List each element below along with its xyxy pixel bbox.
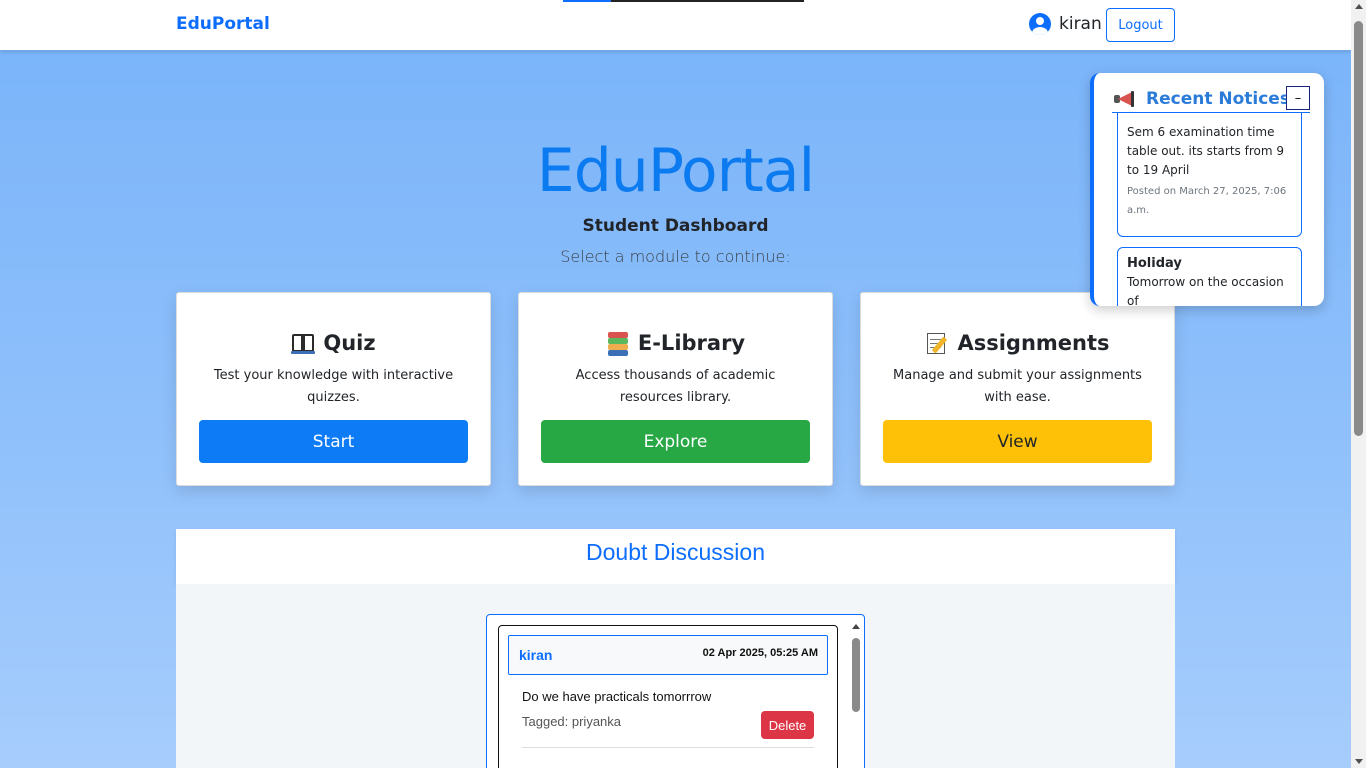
top-navbar: EduPortal kiran Logout — [0, 0, 1351, 50]
hero-title: EduPortal — [536, 136, 815, 206]
card-title: Assignments — [957, 331, 1110, 355]
hero-subtitle: Student Dashboard — [582, 216, 769, 236]
page-loading-bar — [563, 0, 804, 2]
recent-notices-panel: Sem 6 examination time table out. its st… — [1090, 73, 1324, 306]
card-title: E-Library — [637, 331, 746, 355]
notice-posted-date: Posted on March 27, 2025, 7:06 a.m. — [1127, 186, 1287, 216]
books-icon — [606, 331, 630, 356]
hero-lead-text: Select a module to continue: — [560, 247, 791, 266]
minimize-notices-button[interactable]: – — [1286, 86, 1310, 110]
card-description: Manage and submit your assignments with … — [893, 368, 1142, 405]
memo-icon — [925, 331, 949, 355]
scrollbar-thumb[interactable] — [1354, 21, 1363, 436]
brand-logo-link[interactable]: EduPortal — [176, 14, 270, 34]
chat-scroll-up-icon[interactable] — [852, 624, 860, 629]
scroll-down-arrow-icon[interactable] — [1355, 759, 1363, 764]
chat-scrollbar-thumb[interactable] — [852, 638, 860, 712]
message-divider — [522, 747, 814, 748]
elibrary-explore-button[interactable]: Explore — [541, 420, 810, 463]
logout-button[interactable]: Logout — [1106, 8, 1175, 42]
doubt-discussion-header: Doubt Discussion — [176, 529, 1175, 584]
megaphone-icon — [1114, 91, 1136, 107]
open-book-icon — [291, 331, 316, 355]
elibrary-card: E-Library Access thousands of academic r… — [518, 292, 833, 486]
assignments-view-button[interactable]: View — [883, 420, 1152, 463]
assignments-card: Assignments Manage and submit your assig… — [860, 292, 1175, 486]
notice-item: Sem 6 examination time table out. its st… — [1117, 113, 1302, 237]
notice-title: Holiday — [1127, 256, 1182, 271]
delete-message-button[interactable]: Delete — [761, 711, 814, 739]
message-header: kiran 02 Apr 2025, 05:25 AM — [508, 635, 828, 675]
message-tagged-users: Tagged: priyanka — [522, 714, 622, 729]
scroll-up-arrow-icon[interactable] — [1355, 4, 1363, 9]
user-avatar-icon — [1029, 13, 1051, 35]
notices-title: Recent Notices — [1146, 89, 1290, 109]
quiz-start-button[interactable]: Start — [199, 420, 468, 463]
notices-header: Recent Notices – — [1112, 86, 1310, 113]
notice-item: Holiday Tomorrow on the occasion of — [1117, 247, 1302, 306]
username-label: kiran — [1059, 14, 1102, 34]
message-text: Do we have practicals tomorrrow — [522, 689, 712, 704]
doubt-discussion-title: Doubt Discussion — [586, 539, 765, 565]
notice-body: Tomorrow on the occasion of — [1127, 275, 1284, 306]
card-description: Test your knowledge with interactive qui… — [213, 368, 454, 405]
page-scrollbar[interactable] — [1351, 0, 1366, 768]
message-author[interactable]: kiran — [519, 647, 552, 663]
card-title: Quiz — [323, 331, 376, 355]
message-timestamp: 02 Apr 2025, 05:25 AM — [702, 647, 818, 659]
chat-scrollbar[interactable] — [849, 621, 863, 768]
card-description: Access thousands of academic resources l… — [575, 368, 776, 405]
notice-body: Sem 6 examination time table out. its st… — [1127, 125, 1284, 177]
quiz-card: Quiz Test your knowledge with interactiv… — [176, 292, 491, 486]
